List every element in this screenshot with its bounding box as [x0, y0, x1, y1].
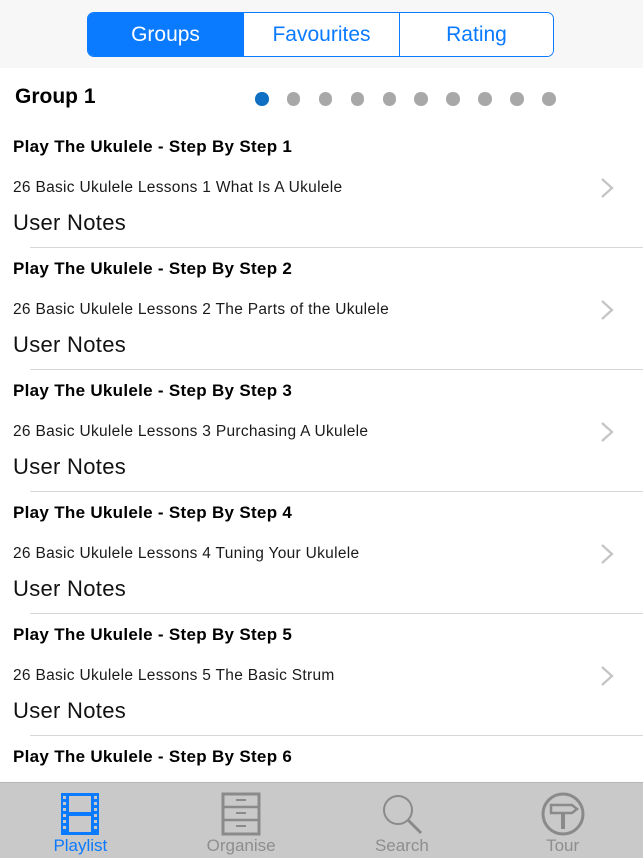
- playlist-row[interactable]: Play The Ukulele - Step By Step 2 26 Bas…: [0, 248, 643, 370]
- row-title: Play The Ukulele - Step By Step 4: [13, 503, 293, 522]
- tab-playlist[interactable]: Playlist: [0, 783, 161, 858]
- playlist-list: Play The Ukulele - Step By Step 1 26 Bas…: [0, 126, 643, 782]
- row-title: Play The Ukulele - Step By Step 2: [13, 259, 293, 278]
- row-notes: User Notes: [13, 210, 127, 235]
- file-cabinet-icon: [221, 792, 261, 836]
- row-subtitle: 26 Basic Ukulele Lessons 3 Purchasing A …: [13, 423, 369, 440]
- row-notes: User Notes: [13, 454, 127, 479]
- playlist-row[interactable]: Play The Ukulele - Step By Step 5 26 Bas…: [0, 614, 643, 736]
- row-notes: User Notes: [13, 576, 127, 601]
- signpost-icon: [541, 792, 585, 836]
- row-notes: User Notes: [13, 698, 127, 723]
- group-title: Group 1: [15, 85, 96, 108]
- tab-label: Search: [374, 836, 429, 855]
- top-bar: Groups Favourites Rating: [0, 0, 643, 68]
- tab-organise[interactable]: Organise: [161, 783, 322, 858]
- page-control[interactable]: [255, 92, 556, 106]
- row-subtitle: 26 Basic Ukulele Lessons 5 The Basic Str…: [13, 667, 335, 684]
- magnifier-icon: [382, 795, 422, 835]
- film-strip-icon: [61, 793, 100, 835]
- chevron-right-icon: [601, 300, 614, 320]
- row-subtitle: 26 Basic Ukulele Lessons 4 Tuning Your U…: [13, 545, 360, 562]
- page-dot[interactable]: [414, 92, 428, 106]
- row-title: Play The Ukulele - Step By Step 1: [13, 137, 293, 156]
- page-dot[interactable]: [446, 92, 460, 106]
- segment-favourites[interactable]: Favourites: [243, 13, 399, 56]
- row-title: Play The Ukulele - Step By Step 6: [13, 747, 293, 766]
- group-header: Group 1: [0, 68, 643, 126]
- playlist-row[interactable]: Play The Ukulele - Step By Step 4 26 Bas…: [0, 492, 643, 614]
- playlist-row[interactable]: Play The Ukulele - Step By Step 1 26 Bas…: [0, 126, 643, 248]
- page-dot[interactable]: [286, 92, 301, 106]
- app: Groups Favourites Rating Group 1 Play Th…: [0, 0, 643, 858]
- page-dot[interactable]: [510, 92, 524, 106]
- page-dot[interactable]: [478, 92, 492, 106]
- page-dot[interactable]: [382, 92, 397, 106]
- chevron-right-icon: [601, 666, 614, 686]
- page-dot[interactable]: [542, 92, 556, 106]
- segment-groups[interactable]: Groups: [88, 13, 243, 56]
- row-subtitle: 26 Basic Ukulele Lessons 1 What Is A Uku…: [13, 179, 343, 196]
- segment-rating[interactable]: Rating: [399, 13, 553, 56]
- tab-bar: Playlist Organise Search Tour: [0, 782, 643, 858]
- row-title: Play The Ukulele - Step By Step 3: [13, 381, 293, 400]
- tab-tour[interactable]: Tour: [482, 783, 643, 858]
- row-subtitle: 26 Basic Ukulele Lessons 2 The Parts of …: [13, 301, 390, 318]
- tab-search[interactable]: Search: [322, 783, 483, 858]
- chevron-right-icon: [601, 422, 614, 442]
- segmented-control: Groups Favourites Rating: [87, 12, 554, 57]
- row-notes: User Notes: [13, 332, 127, 357]
- playlist-row[interactable]: Play The Ukulele - Step By Step 6: [0, 736, 643, 782]
- playlist-row[interactable]: Play The Ukulele - Step By Step 3 26 Bas…: [0, 370, 643, 492]
- tab-label: Playlist: [53, 836, 108, 855]
- row-title: Play The Ukulele - Step By Step 5: [13, 625, 293, 644]
- chevron-right-icon: [601, 544, 614, 564]
- tab-label: Organise: [206, 836, 276, 855]
- page-dot[interactable]: [255, 92, 269, 106]
- tab-label: Tour: [546, 836, 580, 855]
- chevron-right-icon: [601, 178, 614, 198]
- page-dot[interactable]: [350, 92, 365, 106]
- page-dot[interactable]: [318, 92, 333, 106]
